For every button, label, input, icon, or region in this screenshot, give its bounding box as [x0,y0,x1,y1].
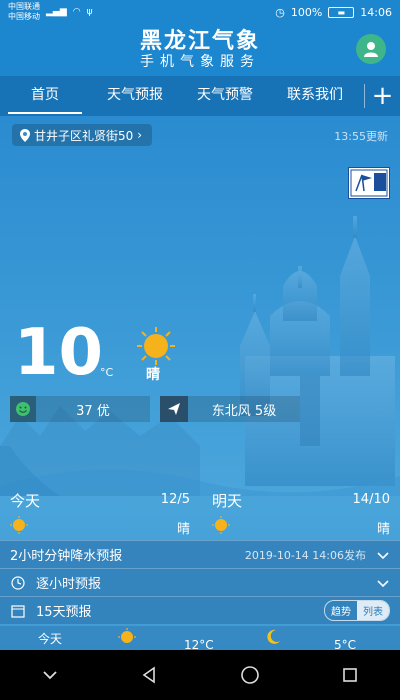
current-temperature: 10 [14,316,104,390]
home-icon[interactable] [240,665,260,685]
tab-home[interactable]: 首页 [0,76,90,116]
gale-warning-icon [350,169,388,197]
toggle-list[interactable]: 列表 [357,601,389,620]
status-left: 中国联通 中国移动 ▂▄▆ ◠ ψ [8,2,93,22]
today-label: 今天 [10,492,41,510]
wind-value: 东北风 5级 [211,403,277,419]
fifteen-day-preview: 今天 12°C 5°C [0,626,400,652]
status-right: ◷ 100% ▬ 14:06 [275,6,392,19]
tab-warning[interactable]: 天气预警 [180,76,270,116]
moon-icon [267,629,280,644]
navigation-arrow-icon [160,396,188,422]
chevron-down-icon[interactable] [41,666,59,684]
add-city-button[interactable]: + [365,77,400,115]
user-avatar-button[interactable] [356,34,386,64]
carrier-2: 中国移动 [8,12,40,21]
tomorrow-temp: 14/10 [352,492,390,507]
location-pin-icon [20,128,30,142]
alarm-icon: ◷ [275,5,285,19]
main-nav: 首页 天气预报 天气预警 联系我们 + [0,76,400,116]
today-condition: 晴 [176,522,190,537]
system-nav-bar [0,650,400,700]
tomorrow-condition: 晴 [376,522,390,537]
precip-publish-time: 2019-10-14 14:06发布 [244,548,366,562]
wind-warning-badge[interactable] [348,167,390,199]
today-forecast[interactable]: 今天 12/5 晴 [10,488,190,538]
calendar-icon [10,603,26,619]
tomorrow-label: 明天 [212,492,243,510]
app-title: 黑龙江气象 [139,28,260,54]
sun-icon [10,516,28,538]
carrier-info: 中国联通 中国移动 [8,2,40,22]
tab-contact[interactable]: 联系我们 [270,76,360,116]
update-time: 13:55更新 [334,130,388,143]
current-condition: 晴 [146,367,160,383]
two-day-forecast: 今天 12/5 晴 明天 14/10 晴 [0,488,400,538]
clock-time: 14:06 [360,5,392,19]
battery-icon: ▬ [328,6,355,18]
location-name: 甘井子区礼贤街50 [34,128,134,143]
wifi-icon: ◠ [72,7,81,17]
fifteen-day-row[interactable]: 15天预报 趋势 列表 [0,596,400,624]
user-icon [364,42,378,57]
hourly-label: 逐小时预报 [36,577,102,592]
location-selector[interactable]: 甘井子区礼贤街50 › [12,124,153,146]
app-header: 黑龙江气象 手机气象服务 [0,24,400,76]
clock-icon [10,575,26,591]
sun-icon [118,628,136,643]
usb-icon: ψ [86,7,93,17]
tab-forecast[interactable]: 天气预报 [90,76,180,116]
chevron-right-icon: › [137,128,143,142]
carrier-1: 中国联通 [8,2,40,11]
view-toggle: 趋势 列表 [324,600,390,621]
status-bar: 中国联通 中国移动 ▂▄▆ ◠ ψ ◷ 100% ▬ 14:06 [0,0,400,24]
chevron-down-icon[interactable] [376,576,390,590]
precip-label: 2小时分钟降水预报 [10,549,123,564]
today-temp: 12/5 [160,492,190,507]
fifteen-day-label: 15天预报 [36,605,92,620]
hourly-forecast-row[interactable]: 逐小时预报 [0,568,400,596]
smile-icon [10,396,36,422]
chevron-down-icon[interactable] [376,548,390,562]
aqi-value: 37 优 [76,403,110,419]
recents-icon[interactable] [341,666,359,684]
back-icon[interactable] [140,666,158,684]
wind-info[interactable]: 东北风 5级 [160,396,300,422]
sun-icon [212,516,230,538]
toggle-trend[interactable]: 趋势 [325,601,357,620]
app-subtitle: 手机气象服务 [140,54,260,70]
precip-forecast-row[interactable]: 2小时分钟降水预报 2019-10-14 14:06发布 [0,540,400,568]
preview-day-label: 今天 [38,632,63,646]
air-quality[interactable]: 37 优 [10,396,150,422]
signal-icon: ▂▄▆ [46,7,67,17]
temperature-unit: °C [100,366,114,379]
battery-percent: 100% [290,5,323,19]
tomorrow-forecast[interactable]: 明天 14/10 晴 [212,488,390,538]
